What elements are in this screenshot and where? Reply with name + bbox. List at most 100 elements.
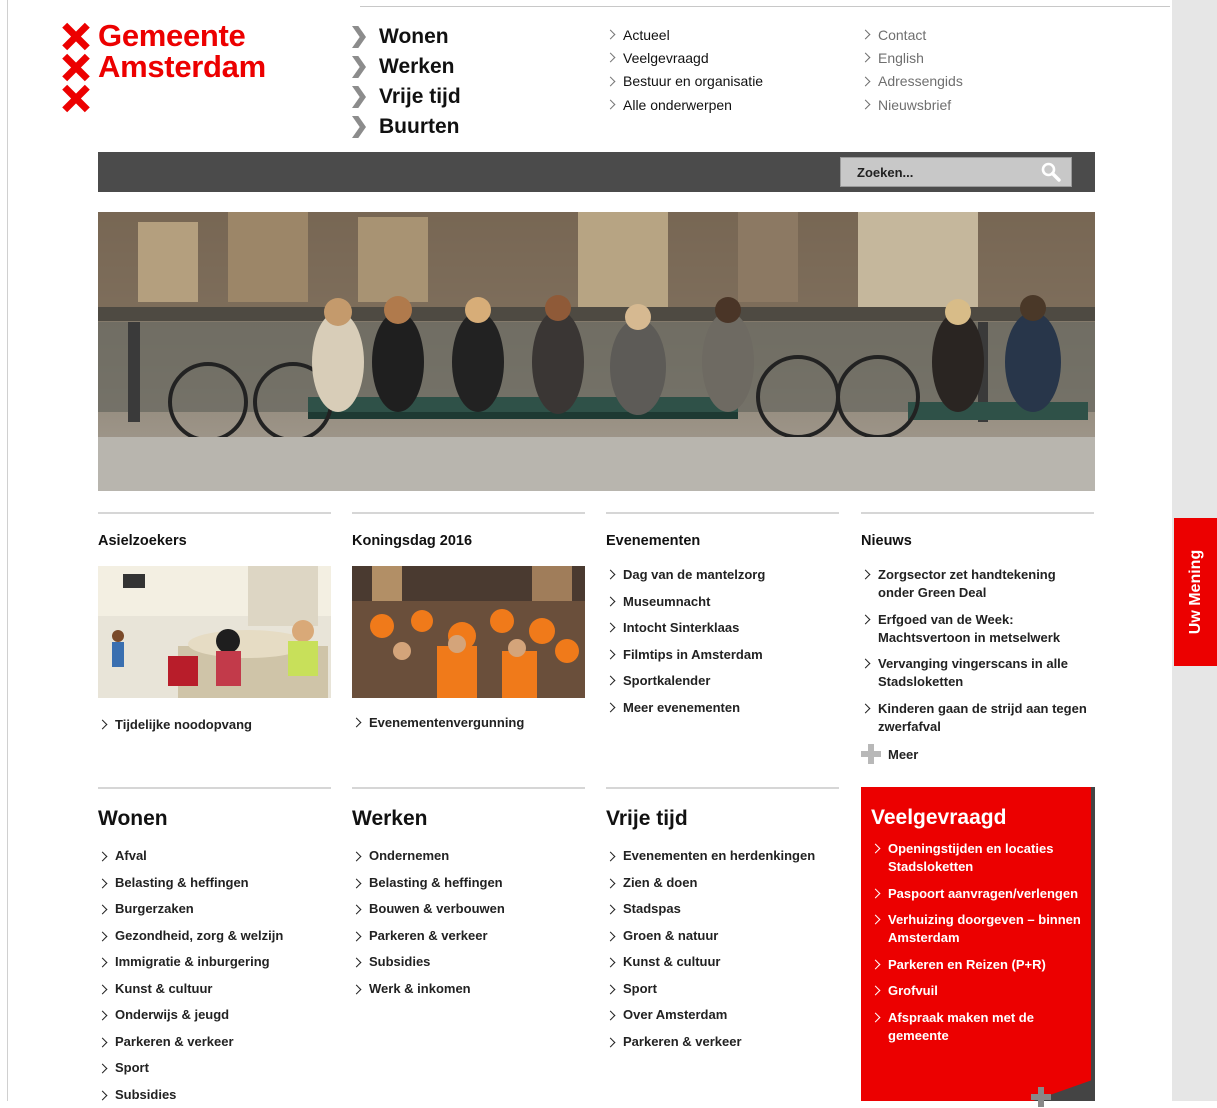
- list-item[interactable]: Openingstijden en locaties Stadsloketten: [871, 840, 1083, 876]
- koningsdag-image[interactable]: [352, 566, 585, 698]
- list-item[interactable]: Kunst & cultuur: [606, 949, 839, 976]
- list-item[interactable]: Ondernemen: [352, 843, 585, 870]
- list-item[interactable]: Parkeren & verkeer: [98, 1029, 331, 1056]
- chevron-right-icon: [606, 905, 616, 915]
- top-link-actueel[interactable]: Actueel: [606, 23, 763, 46]
- list-item[interactable]: Subsidies: [352, 949, 585, 976]
- feature-title: Koningsdag 2016: [352, 533, 585, 551]
- list-item[interactable]: Groen & natuur: [606, 923, 839, 950]
- header-top-rule: [360, 6, 1170, 7]
- chevron-right-icon: [606, 596, 616, 606]
- list-item[interactable]: Zien & doen: [606, 870, 839, 897]
- link-label: Afspraak maken met de gemeente: [888, 1009, 1083, 1045]
- top-link-veelgevraagd[interactable]: Veelgevraagd: [606, 46, 763, 69]
- list-item[interactable]: Afval: [98, 843, 331, 870]
- top-link-label: Veelgevraagd: [623, 50, 709, 66]
- chevron-right-icon: [606, 570, 616, 580]
- nieuws-list: Zorgsector zet handtekening onder Green …: [861, 566, 1094, 764]
- list-item[interactable]: Belasting & heffingen: [98, 870, 331, 897]
- list-item[interactable]: Filmtips in Amsterdam: [606, 646, 839, 664]
- main-nav-item-buurten[interactable]: Buurten: [352, 112, 461, 142]
- chevron-right-icon: [98, 931, 108, 941]
- list-item[interactable]: Werk & inkomen: [352, 976, 585, 1003]
- list-item[interactable]: Immigratie & inburgering: [98, 949, 331, 976]
- link-label: Burgerzaken: [115, 896, 194, 923]
- list-item[interactable]: Over Amsterdam: [606, 1002, 839, 1029]
- list-item[interactable]: Museumnacht: [606, 593, 839, 611]
- chevron-right-icon: [871, 1012, 881, 1022]
- list-item[interactable]: Intocht Sinterklaas: [606, 619, 839, 637]
- chevron-right-icon: [871, 986, 881, 996]
- link-label: Evenementen en herdenkingen: [623, 843, 815, 870]
- top-link-english[interactable]: English: [861, 46, 963, 69]
- list-item[interactable]: Sport: [98, 1055, 331, 1082]
- list-item[interactable]: Meer evenementen: [606, 699, 839, 717]
- list-item[interactable]: Belasting & heffingen: [352, 870, 585, 897]
- main-nav-item-vrije-tijd[interactable]: Vrije tijd: [352, 82, 461, 112]
- list-item[interactable]: Stadspas: [606, 896, 839, 923]
- main-nav-label: Wonen: [379, 25, 449, 49]
- chevron-right-icon: [861, 100, 871, 110]
- link-evenementenvergunning[interactable]: Evenementenvergunning: [352, 714, 585, 732]
- divider: [606, 787, 839, 789]
- gemeente-amsterdam-logo[interactable]: Gemeente Amsterdam: [62, 20, 266, 113]
- list-item[interactable]: Zorgsector zet handtekening onder Green …: [861, 566, 1094, 602]
- list-item[interactable]: Parkeren en Reizen (P+R): [871, 956, 1083, 974]
- chevron-right-icon: [606, 30, 616, 40]
- list-item[interactable]: Dag van de mantelzorg: [606, 566, 839, 584]
- plus-icon[interactable]: [1031, 1087, 1051, 1107]
- link-label: Werk & inkomen: [369, 976, 471, 1003]
- link-tijdelijke-noodopvang[interactable]: Tijdelijke noodopvang: [98, 716, 331, 734]
- section-wonen: Wonen Afval Belasting & heffingen Burger…: [98, 787, 331, 1108]
- search-icon[interactable]: [1041, 162, 1061, 182]
- chevron-right-icon: [352, 86, 366, 108]
- asielzoekers-photo: [98, 566, 331, 698]
- list-item[interactable]: Paspoort aanvragen/verlengen: [871, 885, 1083, 903]
- chevron-right-icon: [98, 878, 108, 888]
- main-nav-item-wonen[interactable]: Wonen: [352, 22, 461, 52]
- search-input[interactable]: [841, 158, 1047, 186]
- list-item[interactable]: Sport: [606, 976, 839, 1003]
- top-link-label: Actueel: [623, 27, 670, 43]
- list-item[interactable]: Subsidies: [98, 1082, 331, 1108]
- meer-button[interactable]: Meer: [861, 744, 1094, 764]
- top-link-adressengids[interactable]: Adressengids: [861, 70, 963, 93]
- divider: [98, 512, 331, 514]
- divider: [352, 512, 585, 514]
- link-label: Gezondheid, zorg & welzijn: [115, 923, 283, 950]
- list-item[interactable]: Grofvuil: [871, 982, 1083, 1000]
- section-title: Werken: [352, 807, 585, 835]
- chevron-right-icon: [352, 931, 362, 941]
- feedback-tab[interactable]: Uw Mening: [1174, 518, 1217, 666]
- list-item[interactable]: Kunst & cultuur: [98, 976, 331, 1003]
- top-link-contact[interactable]: Contact: [861, 23, 963, 46]
- list-item[interactable]: Kinderen gaan de strijd aan tegen zwerfa…: [861, 700, 1094, 736]
- list-item[interactable]: Afspraak maken met de gemeente: [871, 1009, 1083, 1045]
- top-link-alle-onderwerpen[interactable]: Alle onderwerpen: [606, 93, 763, 116]
- section-title: Wonen: [98, 807, 331, 835]
- list-item[interactable]: Onderwijs & jeugd: [98, 1002, 331, 1029]
- list-item[interactable]: Parkeren & verkeer: [606, 1029, 839, 1056]
- list-item[interactable]: Evenementen en herdenkingen: [606, 843, 839, 870]
- link-label: Grofvuil: [888, 982, 938, 1000]
- asielzoekers-image[interactable]: [98, 566, 331, 698]
- link-label: Stadspas: [623, 896, 681, 923]
- chevron-right-icon: [871, 915, 881, 925]
- chevron-right-icon: [98, 905, 108, 915]
- top-link-bestuur[interactable]: Bestuur en organisatie: [606, 70, 763, 93]
- divider: [98, 787, 331, 789]
- main-nav-item-werken[interactable]: Werken: [352, 52, 461, 82]
- divider: [861, 512, 1094, 514]
- list-item[interactable]: Burgerzaken: [98, 896, 331, 923]
- main-nav-label: Vrije tijd: [379, 85, 461, 109]
- top-link-label: Adressengids: [878, 73, 963, 89]
- list-item[interactable]: Erfgoed van de Week: Machtsvertoon in me…: [861, 611, 1094, 647]
- list-item[interactable]: Parkeren & verkeer: [352, 923, 585, 950]
- list-item[interactable]: Gezondheid, zorg & welzijn: [98, 923, 331, 950]
- list-item[interactable]: Vervanging vingerscans in alle Stadsloke…: [861, 655, 1094, 691]
- chevron-right-icon: [352, 116, 366, 138]
- list-item[interactable]: Sportkalender: [606, 672, 839, 690]
- top-link-nieuwsbrief[interactable]: Nieuwsbrief: [861, 93, 963, 116]
- list-item[interactable]: Bouwen & verbouwen: [352, 896, 585, 923]
- list-item[interactable]: Verhuizing doorgeven – binnen Amsterdam: [871, 911, 1083, 947]
